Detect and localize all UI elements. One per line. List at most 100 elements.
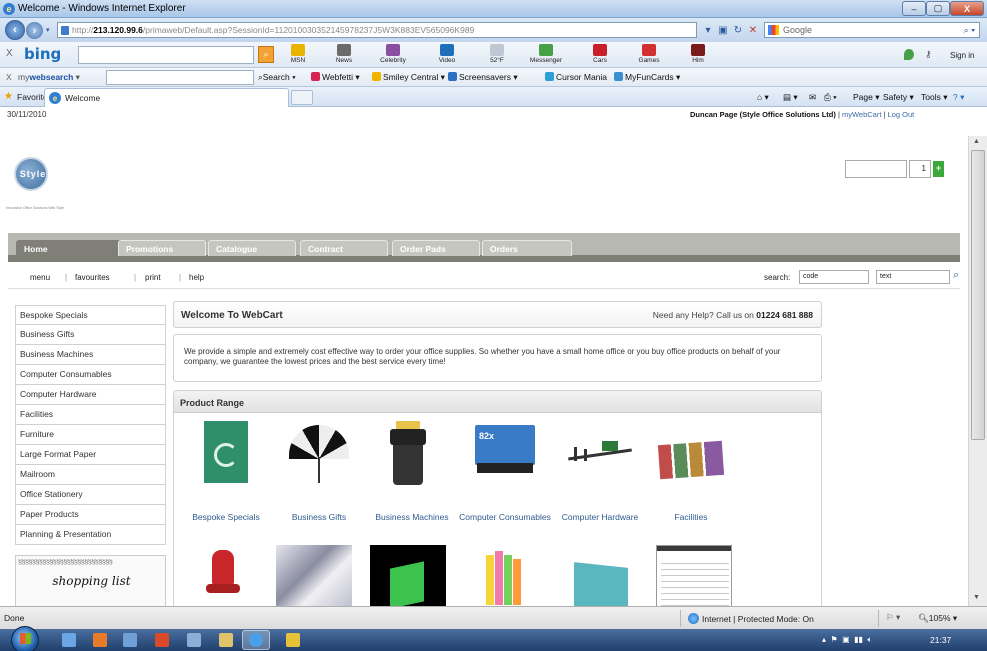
shopping-list-widget[interactable]: §§§§§§§§§§§§§§§§§§§§§§§§§§§ shopping lis… — [15, 555, 166, 606]
bing-item-messenger[interactable]: Messenger — [524, 43, 568, 68]
swatch-cards-image[interactable] — [653, 419, 729, 507]
app-icon[interactable] — [123, 633, 137, 647]
nav-tab-contract[interactable]: Contract — [300, 240, 388, 256]
product-label[interactable]: Business Machines — [366, 512, 458, 522]
print-icon[interactable]: ⎙ ▾ — [824, 92, 837, 103]
bing-item-video[interactable]: Video — [425, 43, 469, 68]
sign-in-link[interactable]: Sign in — [950, 51, 974, 60]
sidebar-item[interactable]: Paper Products — [15, 505, 166, 525]
product-business-gifts[interactable]: Business Gifts — [273, 419, 365, 522]
history-dropdown-icon[interactable]: ▾ — [46, 26, 50, 34]
sidebar-item[interactable]: Planning & Presentation — [15, 525, 166, 545]
product-computer-consumables[interactable]: 82x Computer Consumables — [459, 419, 551, 522]
close-toolbar-icon[interactable]: X — [6, 48, 13, 59]
zoom-control[interactable]: 🔍︎105% ▾ — [918, 613, 957, 624]
subnav-menu[interactable]: menu — [30, 273, 50, 282]
home-icon[interactable]: ⌂ ▾ — [757, 92, 769, 103]
bing-search-button[interactable]: ⌕ — [258, 46, 274, 63]
app-icon[interactable] — [286, 633, 300, 647]
new-tab-button[interactable] — [291, 90, 313, 105]
toner-cartridge-image[interactable]: 82x — [467, 419, 543, 507]
bing-item-cars[interactable]: Cars — [578, 43, 622, 68]
logout-link[interactable]: Log Out — [888, 110, 915, 119]
key-icon[interactable]: ⚷ — [925, 49, 932, 60]
product-label[interactable]: Bespoke Specials — [180, 512, 272, 522]
product-label[interactable]: Computer Hardware — [554, 512, 646, 522]
mws-item-myfuncards[interactable]: MyFunCards ▾ — [614, 72, 680, 83]
tab-welcome[interactable]: e Welcome — [44, 88, 289, 107]
bing-item-msn[interactable]: MSN — [276, 43, 320, 68]
crystal-image[interactable] — [276, 545, 352, 606]
stop-icon[interactable]: ✕ — [745, 22, 761, 38]
system-tray[interactable]: ▴ ⚑ ▣ ▮▮ 🔈︎ — [822, 635, 872, 645]
search-icon[interactable]: ⌕ ▾ — [964, 23, 975, 37]
close-button[interactable]: X — [950, 1, 984, 16]
sidebar-item[interactable]: Computer Consumables — [15, 365, 166, 385]
dropdown-icon[interactable]: ▾ — [700, 22, 716, 38]
nav-tab-promotions[interactable]: Promotions — [118, 240, 206, 256]
clock[interactable]: 21:37 — [930, 635, 951, 645]
bing-item-him[interactable]: Him — [676, 43, 720, 68]
shredder-image[interactable] — [374, 419, 450, 507]
firefox-icon[interactable] — [93, 633, 107, 647]
shield-icon[interactable] — [904, 49, 914, 60]
compatibility-icon[interactable]: ▣ — [715, 22, 731, 38]
quick-add-qty-input[interactable]: 1 — [909, 160, 931, 178]
feeds-icon[interactable]: ▤ ▾ — [783, 92, 798, 103]
mws-item-smiley-central[interactable]: Smiley Central ▾ — [372, 72, 445, 83]
maximize-button[interactable]: ▢ — [926, 1, 950, 16]
mail-icon[interactable]: ✉ — [809, 92, 816, 103]
laminator-image[interactable] — [370, 545, 446, 606]
nav-tab-order-pads[interactable]: Order Pads — [392, 240, 480, 256]
protected-mode-icon[interactable]: ⚐ ▾ — [886, 612, 900, 623]
refresh-icon[interactable]: ↻ — [730, 22, 746, 38]
nav-tab-home[interactable]: Home — [16, 240, 124, 256]
search-icon[interactable]: ⌕ — [953, 269, 959, 282]
product-business-machines[interactable]: Business Machines — [366, 419, 458, 522]
subnav-print[interactable]: print — [145, 273, 161, 282]
search-field[interactable]: Google ⌕ ▾ — [764, 22, 980, 38]
product-label[interactable]: Computer Consumables — [459, 512, 551, 522]
star-icon[interactable]: ★ — [4, 91, 13, 102]
sidebar-item[interactable]: Facilities — [15, 405, 166, 425]
mws-search-button[interactable]: ⌕Search ▾ — [258, 72, 296, 83]
envelope-image[interactable] — [574, 562, 628, 606]
quick-add-code-input[interactable] — [845, 160, 907, 178]
cables-image[interactable] — [562, 419, 638, 507]
subnav-help[interactable]: help — [189, 273, 204, 282]
scroll-thumb[interactable] — [971, 150, 985, 440]
close-toolbar-icon[interactable]: X — [6, 72, 12, 82]
sidebar-item[interactable]: Large Format Paper — [15, 445, 166, 465]
mywebsearch-logo[interactable]: mywebsearch ▾ — [18, 72, 80, 83]
vertical-scrollbar[interactable]: ▲ ▼ — [968, 136, 987, 606]
mws-item-cursor-mania[interactable]: Cursor Mania — [545, 72, 607, 82]
folder-icon[interactable] — [219, 633, 233, 647]
umbrella-image[interactable] — [281, 419, 357, 507]
mws-item-screensavers[interactable]: Screensavers ▾ — [448, 72, 518, 83]
scroll-up-icon[interactable]: ▲ — [973, 138, 980, 145]
bing-item-celebrity[interactable]: Celebrity — [371, 43, 415, 68]
product-label[interactable]: Facilities — [645, 512, 737, 522]
chair-image[interactable] — [206, 544, 240, 606]
nav-tab-catalogue[interactable]: Catalogue — [208, 240, 296, 256]
sidebar-item[interactable]: Business Machines — [15, 345, 166, 365]
sidebar-item[interactable]: Computer Hardware — [15, 385, 166, 405]
tools-menu[interactable]: Tools ▾ — [921, 92, 947, 103]
product-facilities[interactable]: Facilities — [645, 419, 737, 522]
app-icon[interactable] — [187, 633, 201, 647]
app-icon[interactable] — [155, 633, 169, 647]
sidebar-item[interactable]: Office Stationery — [15, 485, 166, 505]
sidebar-item[interactable]: Business Gifts — [15, 325, 166, 345]
bing-item-games[interactable]: Games — [627, 43, 671, 68]
site-logo[interactable]: Style — [14, 157, 48, 191]
sidebar-item[interactable]: Bespoke Specials — [15, 305, 166, 325]
quick-add-button[interactable]: + — [933, 161, 944, 177]
explorer-icon[interactable] — [62, 633, 76, 647]
bing-item-52f[interactable]: 52°F — [475, 43, 519, 68]
nav-tab-orders[interactable]: Orders — [482, 240, 572, 256]
recycle-catalogue-image[interactable] — [188, 419, 264, 507]
planner-image[interactable] — [656, 545, 732, 606]
start-button[interactable] — [11, 626, 39, 651]
highlighters-image[interactable] — [482, 545, 522, 606]
search-text-input[interactable]: text — [876, 270, 950, 284]
